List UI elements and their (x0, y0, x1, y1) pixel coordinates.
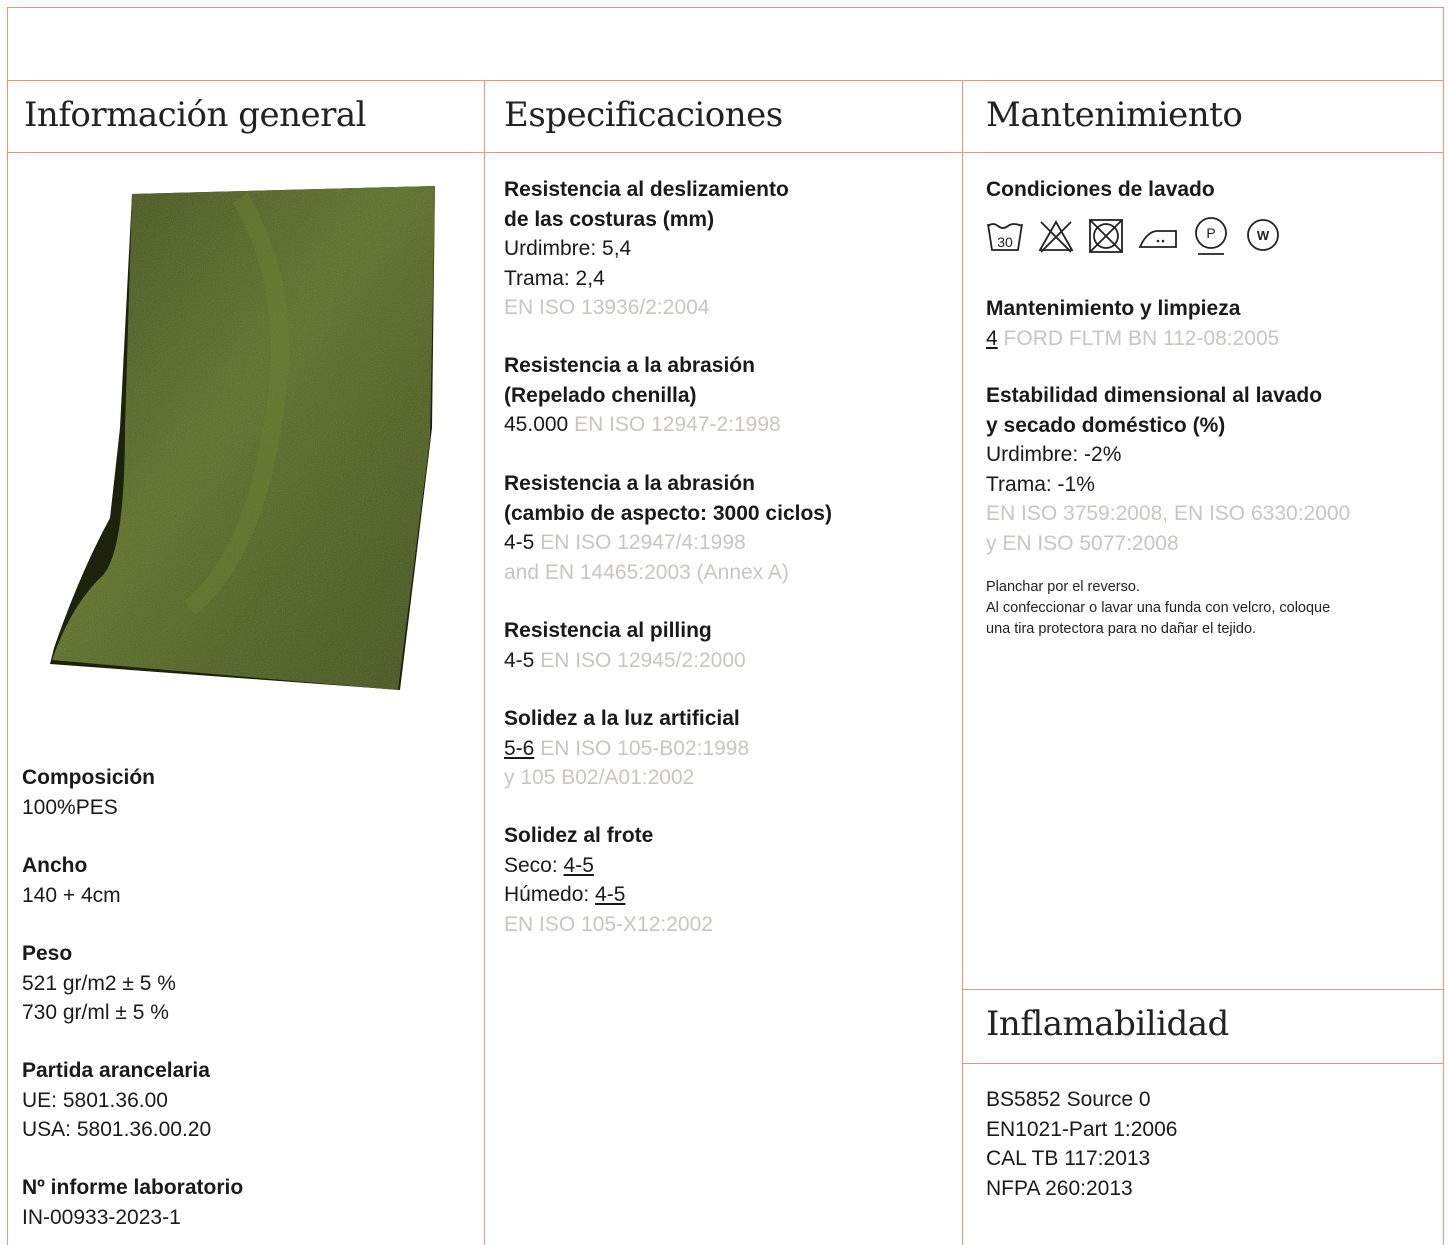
column-divider-2 (962, 80, 963, 1245)
seam-slippage-label-2: de las costuras (mm) (504, 207, 715, 231)
wet-clean-letter: W (1257, 228, 1270, 243)
wash-30-icon: 30 (987, 223, 1023, 251)
pilling-label: Resistencia al pilling (504, 619, 712, 642)
iron-low-icon (1138, 230, 1177, 248)
abrasion-appearance-label-2: (cambio de aspecto: 3000 ciclos) (504, 501, 832, 525)
abrasion-chenille-label-1: Resistencia a la abrasión (504, 354, 755, 377)
weight-value-ml: 730 gr/ml ± 5 % (22, 1001, 169, 1024)
stability-standard-2: y EN ISO 5077:2008 (986, 531, 1179, 555)
specifications-title: Especificaciones (504, 95, 783, 135)
abrasion-chenille-block: Resistencia a la abrasión (Repelado chen… (504, 351, 781, 440)
dry-clean-p-icon: P (1195, 217, 1227, 255)
lab-report-value: IN-00933-2023-1 (22, 1205, 181, 1229)
lab-report-block: Nº informe laboratorio IN-00933-2023-1 (22, 1173, 243, 1232)
rubbing-block: Solidez al frote Seco: 4-5 Húmedo: 4-5 E… (504, 821, 713, 939)
flammability-title: Inflamabilidad (986, 1004, 1229, 1044)
wet-clean-w-icon: W (1247, 219, 1279, 251)
lab-report-label: Nº informe laboratorio (22, 1176, 244, 1199)
flammability-item: CAL TB 117:2013 (986, 1147, 1151, 1170)
fabric-swatch-image (50, 186, 435, 690)
rubbing-dry-value: 4-5 (563, 853, 594, 877)
weight-block: Peso 521 gr/m2 ± 5 % 730 gr/ml ± 5 % (22, 939, 176, 1028)
do-not-tumble-dry-icon (1089, 219, 1123, 253)
header-divider (7, 80, 1444, 81)
flammability-item: NFPA 260:2013 (986, 1176, 1133, 1200)
cleaning-standard: FORD FLTM BN 112-08:2005 (1003, 326, 1280, 350)
washing-label: Condiciones de lavado (986, 178, 1215, 201)
tariff-value-eu: UE: 5801.36.00 (22, 1088, 168, 1112)
flammability-title-divider (962, 1063, 1444, 1064)
seam-slippage-label-1: Resistencia al deslizamiento (504, 178, 789, 201)
column-divider-1 (484, 80, 485, 1245)
light-fastness-block: Solidez a la luz artificial 5-6 EN ISO 1… (504, 704, 749, 793)
light-fastness-label: Solidez a la luz artificial (504, 707, 740, 730)
pilling-value: 4-5 (504, 648, 535, 672)
flammability-list: BS5852 Source 0 EN1021-Part 1:2006 CAL T… (986, 1085, 1177, 1203)
do-not-bleach-icon (1038, 220, 1074, 253)
abrasion-chenille-value: 45.000 (504, 413, 569, 436)
general-info-title: Información general (24, 95, 367, 135)
cleaning-label: Mantenimiento y limpieza (986, 297, 1241, 320)
pilling-block: Resistencia al pilling 4-5 EN ISO 12945/… (504, 616, 746, 675)
weight-label: Peso (22, 942, 73, 965)
seam-slippage-weft: Trama: 2,4 (504, 266, 605, 290)
care-note-3: una tira protectora para no dañar el tej… (986, 621, 1257, 637)
rubbing-dry-label: Seco: (504, 853, 564, 877)
abrasion-chenille-label-2: (Repelado chenilla) (504, 383, 697, 407)
weight-value-m2: 521 gr/m2 ± 5 % (22, 971, 176, 995)
stability-label-1: Estabilidad dimensional al lavado (986, 384, 1323, 407)
rubbing-wet-value: 4-5 (595, 883, 626, 906)
care-note-1: Planchar por el reverso. (986, 579, 1140, 595)
width-value: 140 + 4cm (22, 883, 121, 907)
care-icons: 30 P W (986, 216, 1282, 256)
abrasion-chenille-standard: EN ISO 12947-2:1998 (574, 413, 781, 436)
tariff-label: Partida arancelaria (22, 1059, 210, 1082)
abrasion-appearance-value: 4-5 (504, 531, 535, 554)
cleaning-value: 4 (986, 326, 998, 350)
stability-block: Estabilidad dimensional al lavado y seca… (986, 381, 1350, 558)
width-label: Ancho (22, 854, 88, 877)
abrasion-appearance-standard-1: EN ISO 12947/4:1998 (540, 531, 746, 554)
seam-slippage-block: Resistencia al deslizamiento de las cost… (504, 175, 789, 323)
pilling-standard: EN ISO 12945/2:2000 (540, 648, 746, 672)
light-fastness-value: 5-6 (504, 736, 535, 760)
tariff-block: Partida arancelaria UE: 5801.36.00 USA: … (22, 1056, 211, 1145)
title-divider (7, 152, 1444, 153)
stability-label-2: y secado doméstico (%) (986, 413, 1226, 437)
composition-value: 100%PES (22, 795, 118, 819)
maintenance-title: Mantenimiento (986, 95, 1243, 135)
stability-standard-1: EN ISO 3759:2008, EN ISO 6330:2000 (986, 502, 1351, 525)
washing-block: Condiciones de lavado (986, 175, 1215, 205)
stability-warp: Urdimbre: -2% (986, 443, 1122, 466)
composition-label: Composición (22, 766, 156, 789)
care-notes: Planchar por el reverso. Al confeccionar… (986, 577, 1330, 640)
wash-temp-text: 30 (997, 234, 1013, 250)
care-note-2: Al confeccionar o lavar una funda con ve… (986, 600, 1331, 616)
abrasion-appearance-block: Resistencia a la abrasión (cambio de asp… (504, 469, 832, 587)
light-fastness-standard-2: y 105 B02/A01:2002 (504, 766, 695, 789)
rubbing-label: Solidez al frote (504, 824, 654, 847)
abrasion-appearance-standard-2: and EN 14465:2003 (Annex A) (504, 560, 789, 584)
tariff-value-usa: USA: 5801.36.00.20 (22, 1118, 212, 1141)
flammability-top-divider (962, 989, 1444, 990)
stability-weft: Trama: -1% (986, 472, 1095, 496)
flammability-item: EN1021-Part 1:2006 (986, 1117, 1178, 1141)
dry-clean-letter: P (1206, 225, 1215, 241)
width-block: Ancho 140 + 4cm (22, 851, 121, 910)
cleaning-block: Mantenimiento y limpieza 4 FORD FLTM BN … (986, 294, 1279, 353)
flammability-item: BS5852 Source 0 (986, 1088, 1151, 1111)
light-fastness-standard-1: EN ISO 105-B02:1998 (540, 736, 750, 760)
rubbing-standard: EN ISO 105-X12:2002 (504, 912, 713, 936)
seam-slippage-standard: EN ISO 13936/2:2004 (504, 296, 710, 319)
composition-block: Composición 100%PES (22, 763, 155, 822)
rubbing-wet-label: Húmedo: (504, 883, 596, 906)
abrasion-appearance-label-1: Resistencia a la abrasión (504, 472, 755, 495)
seam-slippage-warp: Urdimbre: 5,4 (504, 237, 632, 260)
